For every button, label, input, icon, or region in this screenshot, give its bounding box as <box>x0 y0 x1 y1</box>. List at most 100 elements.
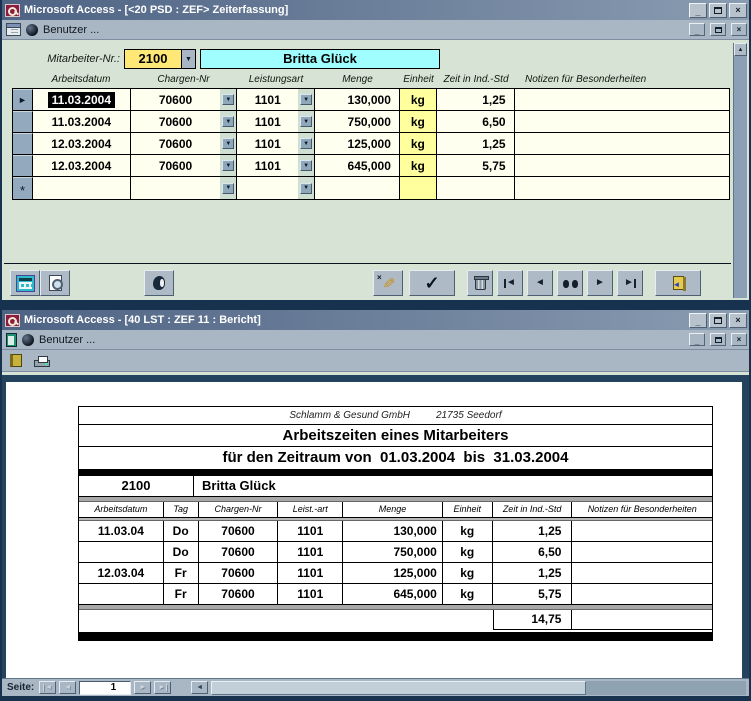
last-record-button[interactable]: ► <box>617 270 643 296</box>
previous-page-button[interactable]: ◄ <box>59 681 76 694</box>
print-preview-button[interactable] <box>40 270 70 296</box>
arbeitsdatum-cell[interactable]: 11.03.2004 <box>33 89 131 110</box>
mdi-restore-button[interactable] <box>710 333 726 346</box>
title-bar[interactable]: Microsoft Access - [40 LST : ZEF 11 : Be… <box>2 310 749 330</box>
chargen-nr-cell[interactable]: 70600▼ <box>131 89 238 110</box>
undo-edit-button[interactable]: ✎× <box>373 270 403 296</box>
menge-cell[interactable]: 645,000 <box>315 155 400 176</box>
combo-dropdown-button[interactable]: ▼ <box>181 50 195 68</box>
zeit-cell[interactable] <box>437 177 515 199</box>
record-selector[interactable] <box>13 133 33 154</box>
leistungsart-cell[interactable]: 1101▼ <box>237 89 315 110</box>
arbeitsdatum-cell[interactable]: 11.03.2004 <box>33 111 131 132</box>
leistungsart-dropdown-button[interactable]: ▼ <box>300 138 312 149</box>
close-button[interactable]: × <box>729 3 747 18</box>
chargen-dropdown-button[interactable]: ▼ <box>222 94 234 105</box>
menge-cell[interactable]: 125,000 <box>315 133 400 154</box>
print-button[interactable] <box>32 352 52 370</box>
mdi-close-button[interactable]: × <box>731 23 747 36</box>
scroll-left-button[interactable]: ◄ <box>191 681 208 694</box>
arbeitsdatum-cell[interactable]: 12.03.2004 <box>33 155 131 176</box>
einheit-cell[interactable]: kg <box>400 111 437 132</box>
previous-record-button[interactable]: ◄ <box>527 270 553 296</box>
leistungsart-dropdown-button[interactable]: ▼ <box>300 94 312 105</box>
einheit-cell[interactable]: kg <box>400 155 437 176</box>
chargen-dropdown-button[interactable]: ▼ <box>222 138 234 149</box>
mdi-minimize-button[interactable]: _ <box>689 23 705 36</box>
arbeitsdatum-cell[interactable]: 12.03.2004 <box>33 133 131 154</box>
chargen-nr-cell[interactable]: 70600▼ <box>131 133 238 154</box>
notizen-cell[interactable] <box>515 89 729 110</box>
restore-button[interactable] <box>709 3 727 18</box>
minimize-button[interactable]: _ <box>689 313 707 328</box>
einheit-cell[interactable] <box>400 177 437 199</box>
leistungsart-cell[interactable]: 1101▼ <box>237 155 315 176</box>
record-selector[interactable] <box>13 155 33 176</box>
notizen-cell[interactable] <box>515 133 729 154</box>
zeit-cell[interactable]: 6,50 <box>437 111 515 132</box>
leistungsart-cell[interactable]: 1101▼ <box>237 111 315 132</box>
zeit-cell[interactable]: 1,25 <box>437 89 515 110</box>
scroll-up-button[interactable]: ▲ <box>734 43 747 56</box>
mdi-minimize-button[interactable]: _ <box>689 333 705 346</box>
report-title: Arbeitszeiten eines Mitarbeiters <box>79 425 712 447</box>
chargen-nr-cell[interactable]: ▼ <box>131 177 238 199</box>
chargen-nr-cell[interactable]: 70600▼ <box>131 111 238 132</box>
employee-button[interactable] <box>144 270 174 296</box>
notizen-cell[interactable] <box>515 155 729 176</box>
chargen-dropdown-button[interactable]: ▼ <box>222 183 234 194</box>
delete-record-button[interactable] <box>467 270 493 296</box>
first-record-button[interactable]: ◄ <box>497 270 523 296</box>
einheit-cell[interactable]: kg <box>400 133 437 154</box>
leistungsart-cell[interactable]: ▼ <box>237 177 315 199</box>
zeit-cell[interactable]: 5,75 <box>437 155 515 176</box>
mdi-close-button[interactable]: × <box>731 333 747 346</box>
notizen-cell[interactable] <box>515 177 729 199</box>
scrollbar-thumb[interactable] <box>211 681 586 695</box>
chargen-nr-cell[interactable]: 70600▼ <box>131 155 238 176</box>
form-vertical-scrollbar[interactable]: ▲ <box>733 43 747 298</box>
next-record-button[interactable]: ► <box>587 270 613 296</box>
mdi-restore-button[interactable] <box>710 23 726 36</box>
einheit-cell: kg <box>443 563 493 583</box>
close-preview-button[interactable] <box>6 352 26 370</box>
mitarbeiter-nr-combobox[interactable]: 2100 ▼ <box>124 49 196 69</box>
title-bar[interactable]: Microsoft Access - [<20 PSD : ZEF> Zeite… <box>2 0 749 20</box>
last-page-button[interactable]: ► <box>154 681 171 694</box>
menge-cell[interactable] <box>315 177 400 199</box>
chargen-dropdown-button[interactable]: ▼ <box>222 160 234 171</box>
restore-button[interactable] <box>709 313 727 328</box>
first-page-button[interactable]: ◄ <box>39 681 56 694</box>
find-button[interactable] <box>557 270 583 296</box>
menu-benutzer[interactable]: Benutzer ... <box>43 24 99 36</box>
report-page[interactable]: Schlamm & Gesund GmbH 21735 Seedorf Arbe… <box>6 382 742 678</box>
leistungsart-dropdown-button[interactable]: ▼ <box>300 160 312 171</box>
close-button[interactable]: × <box>729 313 747 328</box>
calculator-button[interactable] <box>10 270 40 296</box>
menge-cell[interactable]: 750,000 <box>315 111 400 132</box>
next-page-button[interactable]: ► <box>134 681 151 694</box>
einheit-cell[interactable]: kg <box>400 89 437 110</box>
leistungsart-cell[interactable]: 1101▼ <box>237 133 315 154</box>
horizontal-scrollbar[interactable] <box>211 681 746 695</box>
minimize-button[interactable]: _ <box>689 3 707 18</box>
tag-cell: Do <box>164 542 199 562</box>
mitarbeiter-name-field[interactable]: Britta Glück <box>200 49 440 69</box>
chargen-dropdown-button[interactable]: ▼ <box>222 116 234 127</box>
zeit-cell[interactable]: 1,25 <box>437 133 515 154</box>
notizen-cell[interactable] <box>515 111 729 132</box>
exit-form-button[interactable]: ◄ <box>655 270 701 296</box>
leistungsart-dropdown-button[interactable]: ▼ <box>300 116 312 127</box>
record-selector[interactable]: ► <box>13 89 33 110</box>
arbeitsdatum-cell[interactable] <box>33 177 131 199</box>
leistungsart-dropdown-button[interactable]: ▼ <box>300 183 312 194</box>
page-number-input[interactable]: 1 <box>79 681 131 695</box>
menge-cell[interactable]: 130,000 <box>315 89 400 110</box>
confirm-button[interactable]: ✓ <box>409 270 455 296</box>
window-title: Microsoft Access - [<20 PSD : ZEF> Zeite… <box>24 4 685 16</box>
menu-benutzer[interactable]: Benutzer ... <box>39 334 95 346</box>
record-selector[interactable]: * <box>13 177 33 199</box>
scrollbar-track[interactable] <box>586 681 746 695</box>
record-selector[interactable] <box>13 111 33 132</box>
benutzer-menu-icon <box>26 24 38 36</box>
